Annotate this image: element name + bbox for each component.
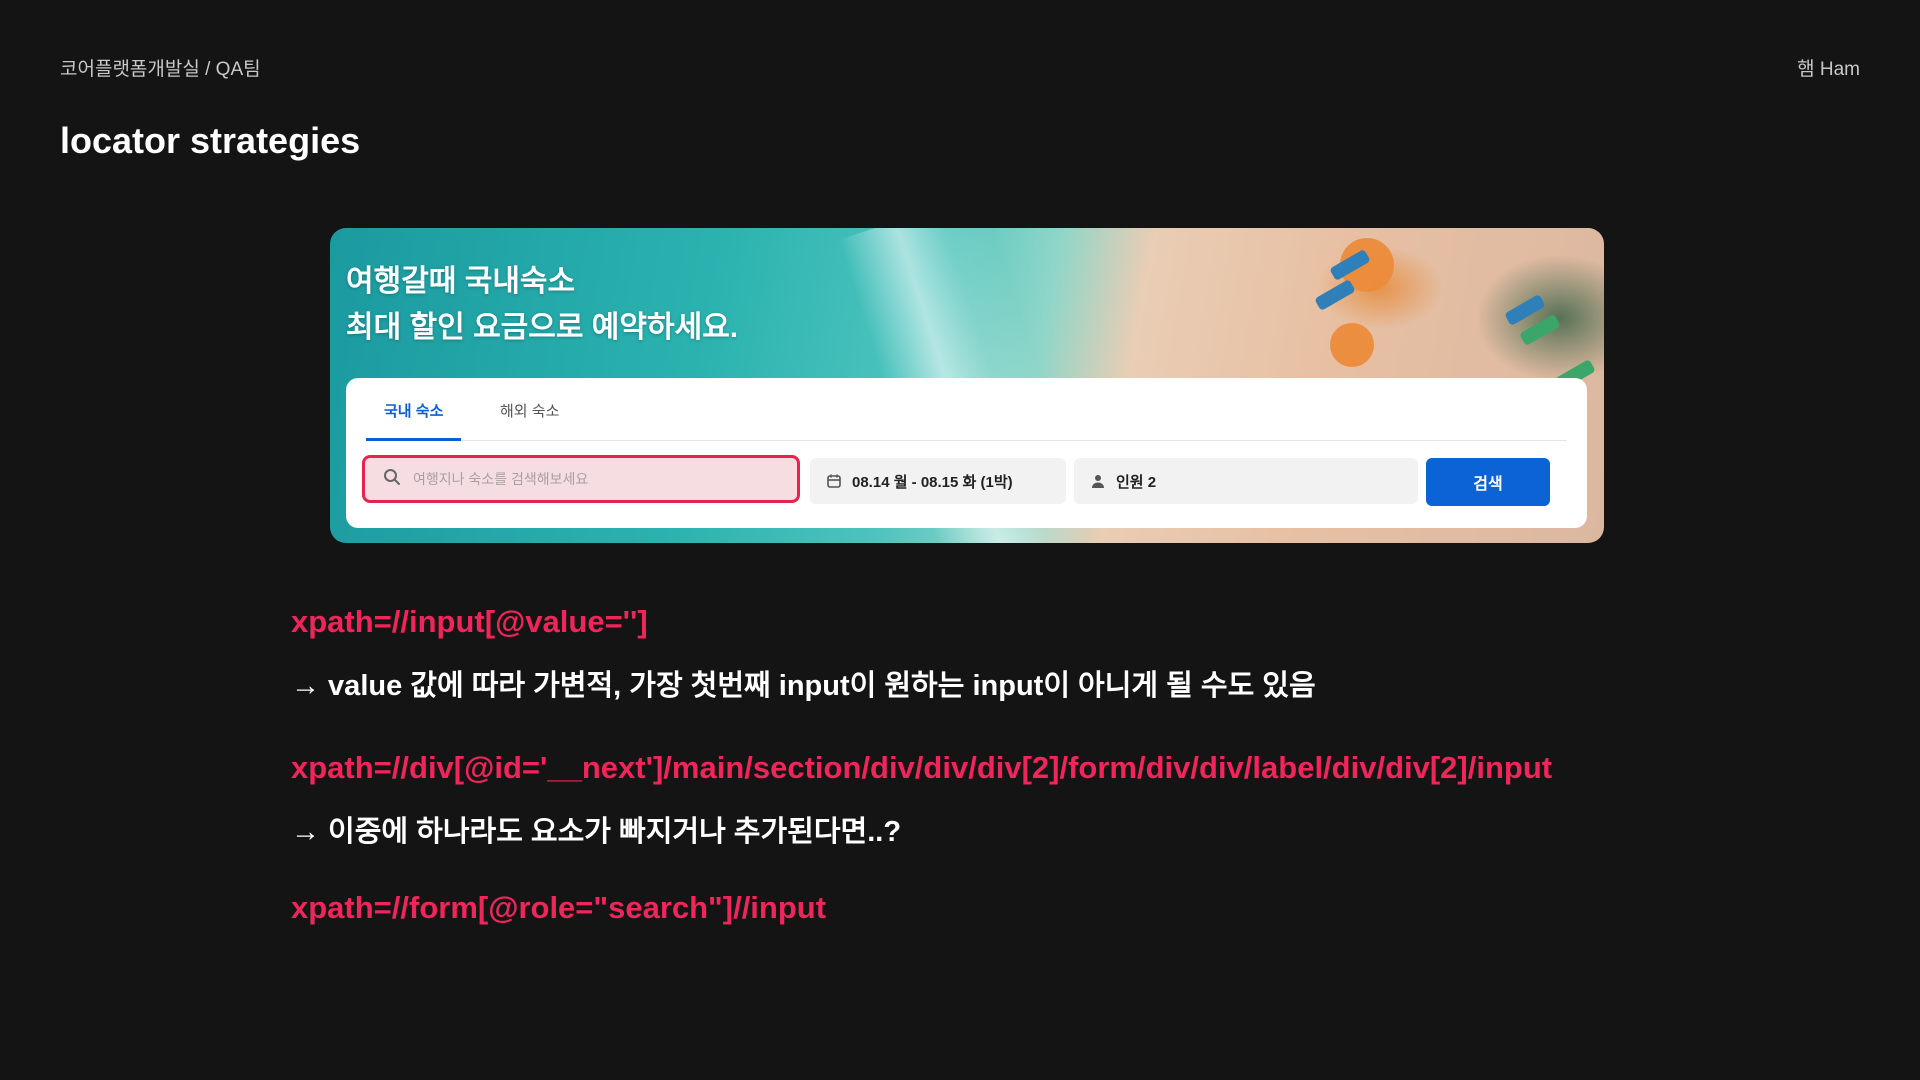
search-field[interactable] — [362, 455, 800, 503]
tab-overseas[interactable]: 해외 숙소 — [482, 400, 577, 439]
author-label: 햄 Ham — [1797, 59, 1860, 80]
page-title: locator strategies — [60, 120, 361, 161]
person-icon — [1090, 473, 1106, 489]
search-input[interactable] — [411, 470, 775, 488]
hero-title-line1: 여행갈때 국내숙소 — [346, 265, 576, 298]
locator-note-2: → 이중에 하나라도 요소가 빠지거나 추가된다면..? — [291, 816, 902, 848]
breadcrumb: 코어플랫폼개발실 / QA팀 — [60, 59, 261, 80]
search-icon — [383, 468, 401, 491]
hero-title-line2: 최대 할인 요금으로 예약하세요. — [346, 311, 739, 344]
tab-domestic[interactable]: 국내 숙소 — [366, 400, 462, 441]
tab-bar: 국내 숙소 해외 숙소 — [366, 378, 1567, 441]
screenshot-image: 여행갈때 국내숙소 최대 할인 요금으로 예약하세요. 국내 숙소 해외 숙소 … — [330, 228, 1604, 543]
locator-xpath-2: xpath=//div[@id='__next']/main/section/d… — [291, 750, 1553, 785]
search-panel: 국내 숙소 해외 숙소 08.14 월 - 08.15 화 (1박) — [346, 378, 1587, 528]
umbrella-decoration — [1330, 323, 1374, 367]
chair-decoration — [1519, 313, 1561, 347]
guest-count-label: 인원 2 — [1116, 473, 1157, 491]
chair-decoration — [1314, 278, 1356, 312]
date-picker[interactable]: 08.14 월 - 08.15 화 (1박) — [810, 458, 1066, 504]
date-range-label: 08.14 월 - 08.15 화 (1박) — [852, 473, 1013, 491]
search-button[interactable]: 검색 — [1426, 458, 1550, 506]
locator-xpath-1: xpath=//input[@value=''] — [291, 604, 648, 639]
calendar-icon — [826, 473, 842, 489]
guest-selector[interactable]: 인원 2 — [1074, 458, 1418, 504]
locator-note-1: → value 값에 따라 가변적, 가장 첫번째 input이 원하는 inp… — [291, 670, 1316, 702]
locator-xpath-3: xpath=//form[@role="search"]//input — [291, 890, 827, 925]
